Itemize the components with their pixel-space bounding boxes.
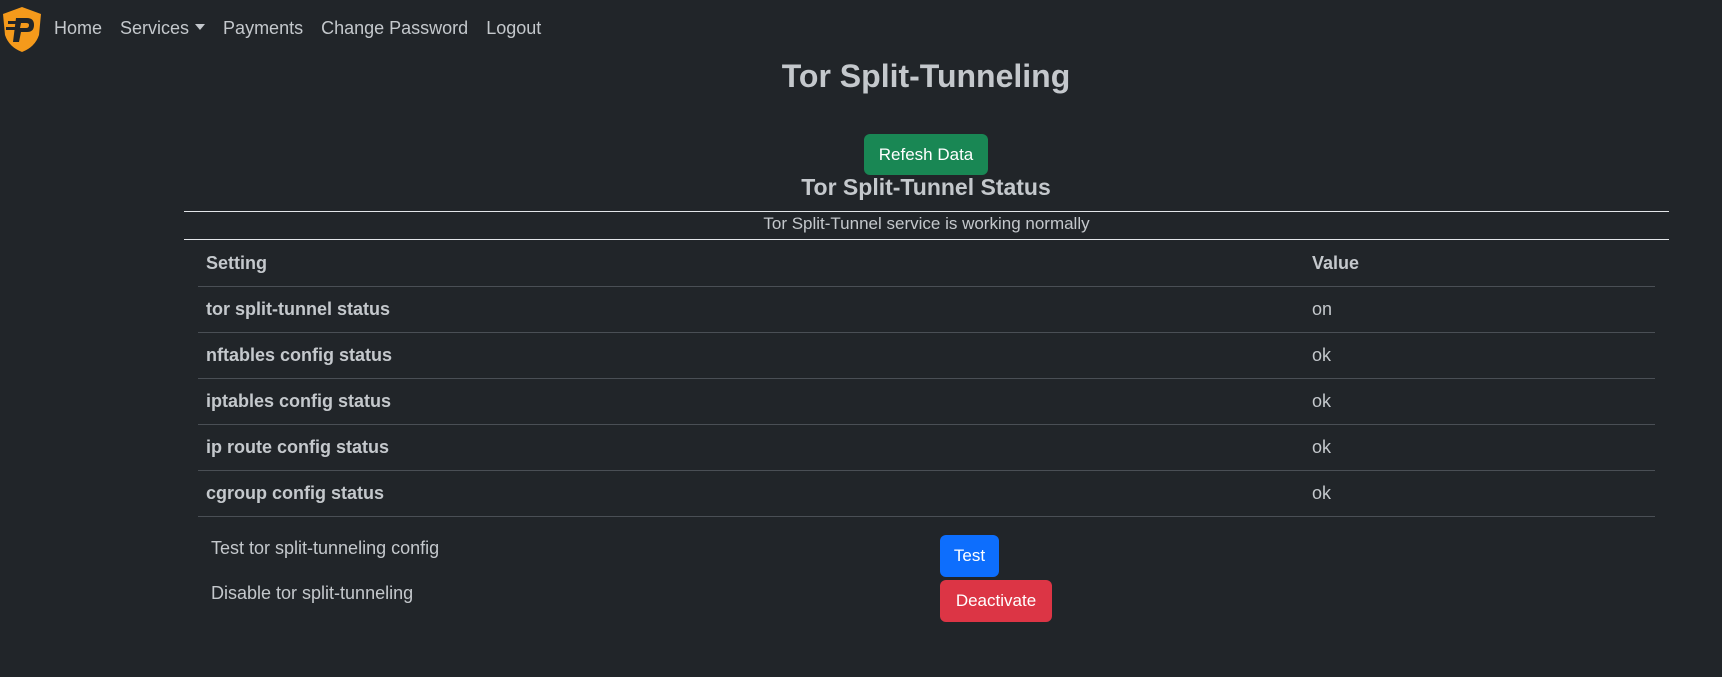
column-header-value: Value xyxy=(1304,241,1655,287)
table-row: iptables config status ok xyxy=(198,378,1655,425)
divider-bottom xyxy=(184,239,1669,240)
status-message: Tor Split-Tunnel service is working norm… xyxy=(763,214,1090,233)
column-header-setting: Setting xyxy=(198,241,1304,287)
table-row: nftables config status ok xyxy=(198,332,1655,379)
setting-name: iptables config status xyxy=(198,378,1304,425)
table-row: ip route config status ok xyxy=(198,424,1655,471)
caret-down-icon xyxy=(195,23,206,30)
disable-label: Disable tor split-tunneling xyxy=(211,583,414,603)
setting-value: ok xyxy=(1304,424,1655,471)
table-header-row: Setting Value xyxy=(198,241,1655,287)
nav-services-label: Services xyxy=(120,17,190,38)
setting-value: ok xyxy=(1304,378,1655,425)
setting-name: nftables config status xyxy=(198,332,1304,379)
test-config-label: Test tor split-tunneling config xyxy=(211,538,440,558)
setting-name: tor split-tunnel status xyxy=(198,286,1304,333)
setting-value: ok xyxy=(1304,470,1655,517)
shield-p-logo-icon[interactable] xyxy=(0,5,44,53)
divider-top xyxy=(184,211,1669,212)
setting-name: cgroup config status xyxy=(198,470,1304,517)
nav-services-dropdown[interactable]: Services xyxy=(120,17,206,39)
nav-payments[interactable]: Payments xyxy=(223,18,303,39)
test-button[interactable]: Test xyxy=(940,535,999,577)
nav-home[interactable]: Home xyxy=(54,18,102,39)
table-row: cgroup config status ok xyxy=(198,470,1655,517)
setting-value: on xyxy=(1304,286,1655,333)
deactivate-button[interactable]: Deactivate xyxy=(940,580,1052,622)
navbar: Home Services Payments Change Password L… xyxy=(0,0,1722,56)
nav-logout[interactable]: Logout xyxy=(486,18,541,39)
nav-change-password[interactable]: Change Password xyxy=(321,18,468,39)
setting-name: ip route config status xyxy=(198,424,1304,471)
setting-value: ok xyxy=(1304,332,1655,379)
page-title: Tor Split-Tunneling xyxy=(781,58,1071,94)
settings-table: Setting Value tor split-tunnel status on… xyxy=(198,241,1655,517)
status-heading: Tor Split-Tunnel Status xyxy=(801,174,1051,200)
table-row: tor split-tunnel status on xyxy=(198,286,1655,333)
nav-links: Home Services Payments Change Password L… xyxy=(54,0,559,56)
refresh-data-button[interactable]: Refesh Data xyxy=(864,134,988,175)
